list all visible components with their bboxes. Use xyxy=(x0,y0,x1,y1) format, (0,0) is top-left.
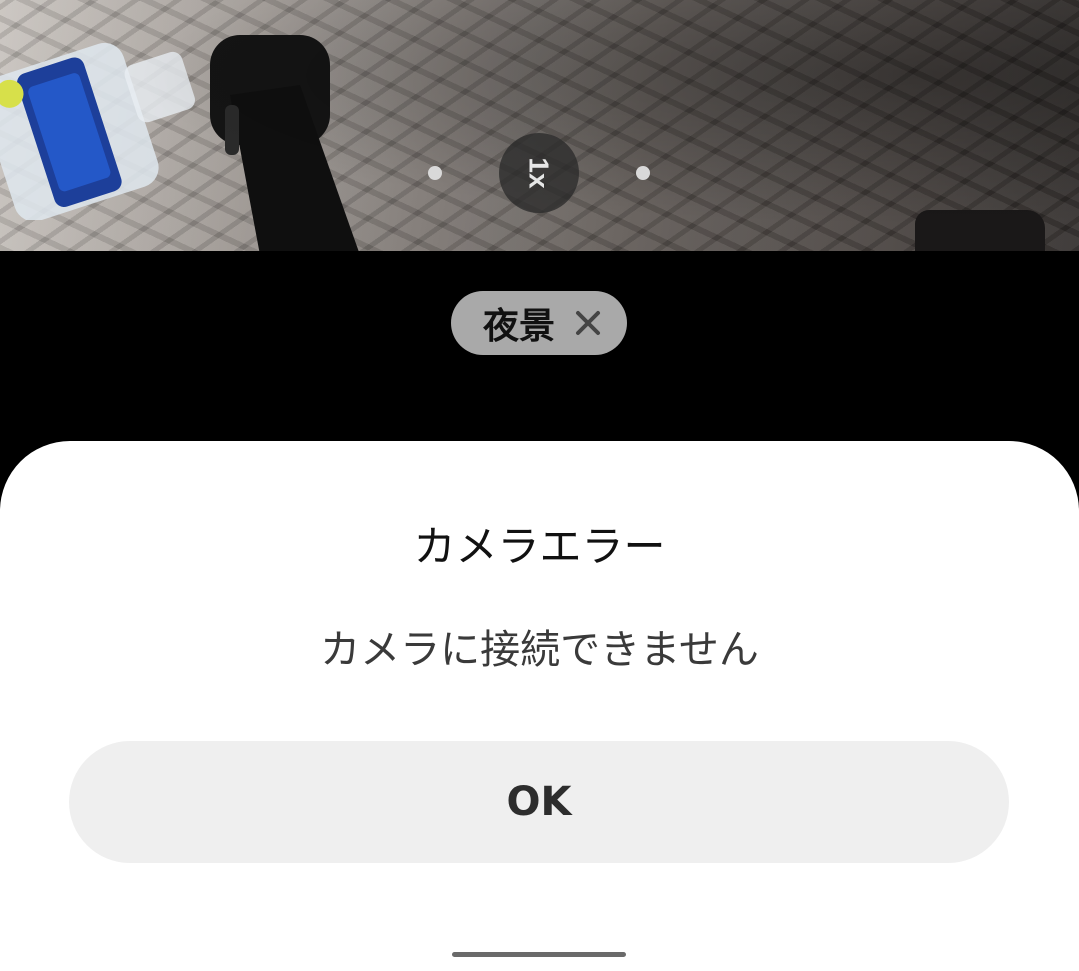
ok-button-label: OK xyxy=(506,779,572,825)
close-icon[interactable] xyxy=(575,310,601,336)
navigation-handle[interactable] xyxy=(452,952,626,957)
preview-shade xyxy=(0,0,1079,251)
camera-preview[interactable]: 1x xyxy=(0,0,1079,251)
zoom-button[interactable]: 1x xyxy=(499,133,579,213)
scene-optimizer-chip[interactable]: 夜景 xyxy=(451,291,627,355)
dialog-title: カメラエラー xyxy=(413,522,666,571)
dialog-message: カメラに接続できません xyxy=(320,627,759,673)
zoom-dot-tele[interactable] xyxy=(636,166,650,180)
zoom-label: 1x xyxy=(524,157,555,189)
camera-error-dialog: カメラエラー カメラに接続できません OK xyxy=(0,441,1079,971)
zoom-dot-wide[interactable] xyxy=(428,166,442,180)
ok-button[interactable]: OK xyxy=(69,741,1009,863)
scene-label: 夜景 xyxy=(483,306,556,347)
camera-screen: 1x 夜景 カメラエラー カメラに接続できません OK xyxy=(0,0,1079,971)
